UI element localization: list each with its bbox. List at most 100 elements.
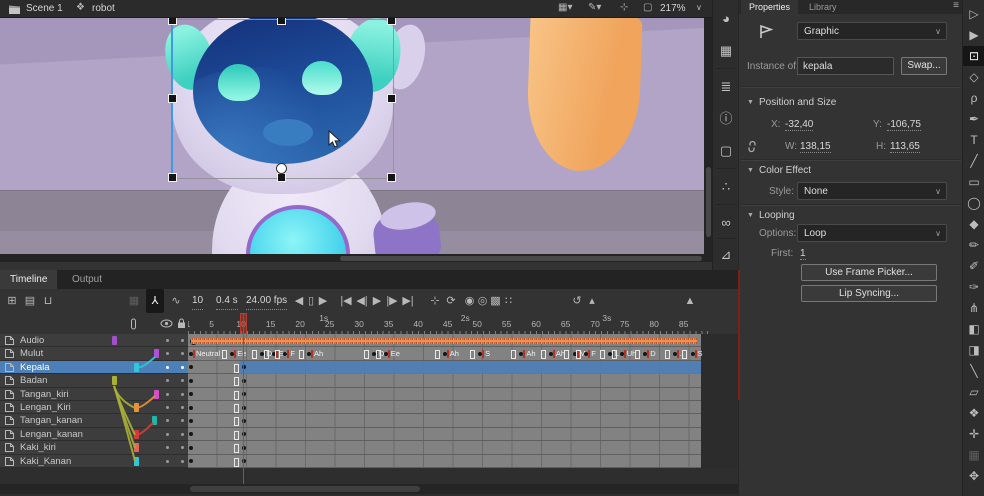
keyframe-dot[interactable] [189,406,193,410]
symbol-type-dropdown[interactable]: Graphic∨ [797,22,947,40]
h-value[interactable]: 113,65 [890,141,920,153]
layer-frames-span[interactable] [188,401,701,414]
layer-frames-span[interactable] [188,414,701,427]
camera-button[interactable]: ▦ [126,289,142,313]
span-end-marker[interactable] [470,350,475,359]
layer-visibility-dot[interactable] [166,433,169,436]
first-frame-button[interactable]: |◀ [338,289,354,313]
onion-skin-button[interactable]: ◉ [463,289,476,313]
panel-menu-icon[interactable]: ≡ [953,0,959,11]
current-frame-value[interactable]: 10 [192,293,203,310]
breadcrumb-scene[interactable]: Scene 1 [26,2,63,15]
layer-name-cell-lengan_kiri[interactable]: Lengan_Kiri [0,401,188,414]
link-width-height-icon[interactable] [745,140,759,153]
asset-warp-tool[interactable]: ❖ [963,403,984,423]
swatches-panel-icon[interactable]: ▦ [713,38,739,64]
layer-lock-dot[interactable] [181,406,184,409]
new-layer-button[interactable]: ⊞ [4,289,20,313]
lip-syncing-button[interactable]: Lip Syncing... [801,285,937,302]
puppet-pin-tool[interactable]: ✛ [963,424,984,444]
layer-frames-span[interactable] [188,334,701,347]
layer-lock-dot[interactable] [181,339,184,342]
loop-button[interactable]: ⟳ [444,289,458,313]
classic-brush-tool[interactable]: ✐ [963,256,984,276]
span-end-marker[interactable] [435,350,440,359]
layer-visibility-dot[interactable] [166,352,169,355]
stage-vertical-scrollbar[interactable] [704,17,712,262]
layer-frames-span[interactable]: NeutralEeDEeFAhDEeAhSAhAhMFLUhD..S [188,347,701,360]
tab-library[interactable]: Library [801,0,845,14]
x-value[interactable]: -32,40 [785,119,813,131]
tab-output[interactable]: Output [62,270,112,289]
timeline-horizontal-scrollbar[interactable] [0,484,738,494]
span-end-marker[interactable] [234,444,239,453]
layer-name-cell-lengan_kanan[interactable]: Lengan_kanan [0,428,188,441]
looping-section-title[interactable]: Looping [759,210,795,221]
layer-frames-span[interactable] [188,441,701,454]
oval-tool[interactable]: ◯ [963,193,984,213]
paint-bucket-tool[interactable]: ◧ [963,319,984,339]
zoom-chevron-icon[interactable]: ∨ [696,1,702,15]
layer-name-cell-kaki_kiri[interactable]: Kaki_kiri [0,441,188,454]
onion-outlines-button[interactable]: ◎ [476,289,489,313]
new-folder-button[interactable]: ▤ [22,289,38,313]
keyframe-dot[interactable] [189,379,193,383]
layer-name-cell-kepala[interactable]: Kepala [0,361,188,374]
span-end-marker[interactable] [376,350,381,359]
keyframe-dot[interactable] [189,419,193,423]
color-section-title[interactable]: Color Effect [759,165,811,176]
keyframe-dot[interactable] [189,365,193,369]
layer-frames-span[interactable] [188,361,701,374]
stage-canvas[interactable] [0,17,712,262]
rectangle-tool[interactable]: ▭ [963,172,984,192]
keyframe-dot[interactable] [189,446,193,450]
stage-zoom-value[interactable]: 217% [660,2,686,15]
span-end-marker[interactable] [576,350,581,359]
timeline-ruler[interactable]: 1s2s3s 151015202530354045505560657075808… [188,313,738,335]
layer-parent-swatch[interactable] [134,443,139,452]
selection-bounding-box[interactable] [171,19,394,179]
transform-handle-bottom-right[interactable] [387,173,396,182]
position-section-triangle[interactable]: ▼ [747,99,754,106]
motion-editor-panel-icon[interactable]: ⊿ [713,242,739,268]
line-tool[interactable]: ╱ [963,151,984,171]
layer-visibility-dot[interactable] [166,379,169,382]
layer-visibility-dot[interactable] [166,366,169,369]
parent-column-icon[interactable] [130,318,137,330]
layer-visibility-dot[interactable] [166,460,169,463]
position-section-title[interactable]: Position and Size [759,97,836,108]
tab-properties[interactable]: Properties [741,0,798,14]
orange-prop-shape[interactable] [525,17,643,173]
layer-visibility-dot[interactable] [166,339,169,342]
subselection-tool[interactable]: ▶ [963,25,984,45]
transform-handle-top-center[interactable] [277,17,286,25]
transform-handle-mid-left[interactable] [168,94,177,103]
layer-lock-dot[interactable] [181,393,184,396]
span-end-marker[interactable] [364,350,369,359]
transform-handle-bottom-left[interactable] [168,173,177,182]
layer-name-cell-badan[interactable]: Badan [0,374,188,387]
edit-symbols-icon[interactable]: ✎▾ [588,1,601,15]
layer-frames-span[interactable] [188,374,701,387]
lock-column-icon[interactable] [177,318,186,329]
layer-visibility-dot[interactable] [166,446,169,449]
span-end-marker[interactable] [682,350,687,359]
zoom-in-frames-button[interactable]: ▲ [682,289,698,313]
span-end-marker[interactable] [635,350,640,359]
layer-name-cell-mulut[interactable]: Mulut [0,347,188,360]
use-frame-picker-button[interactable]: Use Frame Picker... [801,264,937,281]
layer-name-cell-tangan_kiri[interactable]: Tangan_kiri [0,388,188,401]
w-value[interactable]: 138,15 [800,141,831,153]
motion-graph-button[interactable]: ∿ [168,289,184,313]
tab-timeline[interactable]: Timeline [0,270,57,289]
span-end-marker[interactable] [299,350,304,359]
transform-point[interactable] [276,163,287,174]
layer-lock-dot[interactable] [181,379,184,382]
frame-rate-value[interactable]: 24.00 fps [246,293,287,310]
step-back-button[interactable]: ◀ [293,289,305,313]
looping-section-triangle[interactable]: ▼ [747,212,754,219]
layer-name-cell-audio[interactable]: Audio [0,334,188,347]
free-transform-tool[interactable]: ⊡ [963,46,984,66]
layer-lock-dot[interactable] [181,446,184,449]
color-section-triangle[interactable]: ▼ [747,167,754,174]
